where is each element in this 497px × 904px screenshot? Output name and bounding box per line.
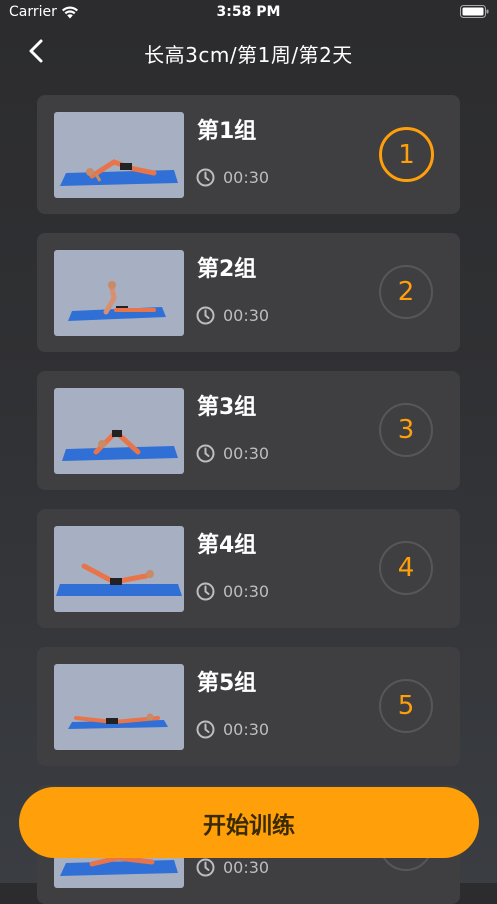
duration: 00:30 (196, 442, 269, 464)
group-number-badge: 4 (379, 541, 433, 595)
exercise-thumbnail (54, 664, 184, 750)
duration-text: 00:30 (223, 719, 270, 739)
clock-icon (196, 168, 215, 186)
exercise-card[interactable]: 第2组 00:30 2 (37, 233, 460, 352)
exercise-card[interactable]: 第3组 00:30 3 (37, 371, 460, 490)
status-time: 3:58 PM (216, 4, 281, 20)
v-sit-figure-image (56, 563, 182, 596)
group-number-badge: 3 (379, 403, 433, 457)
group-name: 第4组 (197, 533, 257, 558)
nav-bar: 长高3cm/第1周/第2天 (0, 26, 497, 76)
downward-dog-figure-image (62, 429, 178, 461)
exercise-thumbnail (54, 250, 184, 336)
duration-text: 00:30 (223, 443, 270, 463)
group-name: 第5组 (197, 671, 257, 696)
duration: 00:30 (196, 718, 269, 740)
superman-figure-image (68, 713, 168, 729)
exercise-card[interactable]: 第1组 00:30 1 (37, 95, 460, 214)
duration: 00:30 (196, 856, 269, 878)
exercise-thumbnail (54, 388, 184, 474)
clock-icon (196, 444, 215, 462)
clock-icon (196, 306, 215, 324)
group-number-badge: 2 (379, 265, 433, 319)
battery-icon (460, 5, 489, 18)
group-number-badge: 1 (379, 127, 434, 182)
exercise-card[interactable]: 第4组 00:30 4 (37, 509, 460, 628)
duration-text: 00:30 (223, 167, 270, 187)
group-name: 第2组 (197, 257, 257, 282)
group-number-badge: 5 (379, 679, 433, 733)
status-bar: Carrier 3:58 PM (0, 0, 497, 26)
exercise-thumbnail (54, 112, 184, 198)
exercise-card[interactable]: 第5组 00:30 5 (37, 647, 460, 766)
pushup-figure-image (60, 159, 178, 186)
start-training-button[interactable]: 开始训练 (19, 787, 479, 858)
page-title: 长高3cm/第1周/第2天 (144, 43, 353, 67)
cobra-stretch-figure-image (68, 281, 166, 321)
clock-icon (196, 582, 215, 600)
group-name: 第1组 (197, 119, 257, 144)
exercise-thumbnail (54, 526, 184, 612)
clock-icon (196, 858, 215, 876)
duration: 00:30 (196, 304, 269, 326)
duration: 00:30 (196, 580, 269, 602)
duration-text: 00:30 (223, 581, 270, 601)
duration-text: 00:30 (223, 305, 270, 325)
duration: 00:30 (196, 166, 269, 188)
duration-text: 00:30 (223, 857, 270, 877)
group-name: 第3组 (197, 395, 257, 420)
clock-icon (196, 720, 215, 738)
